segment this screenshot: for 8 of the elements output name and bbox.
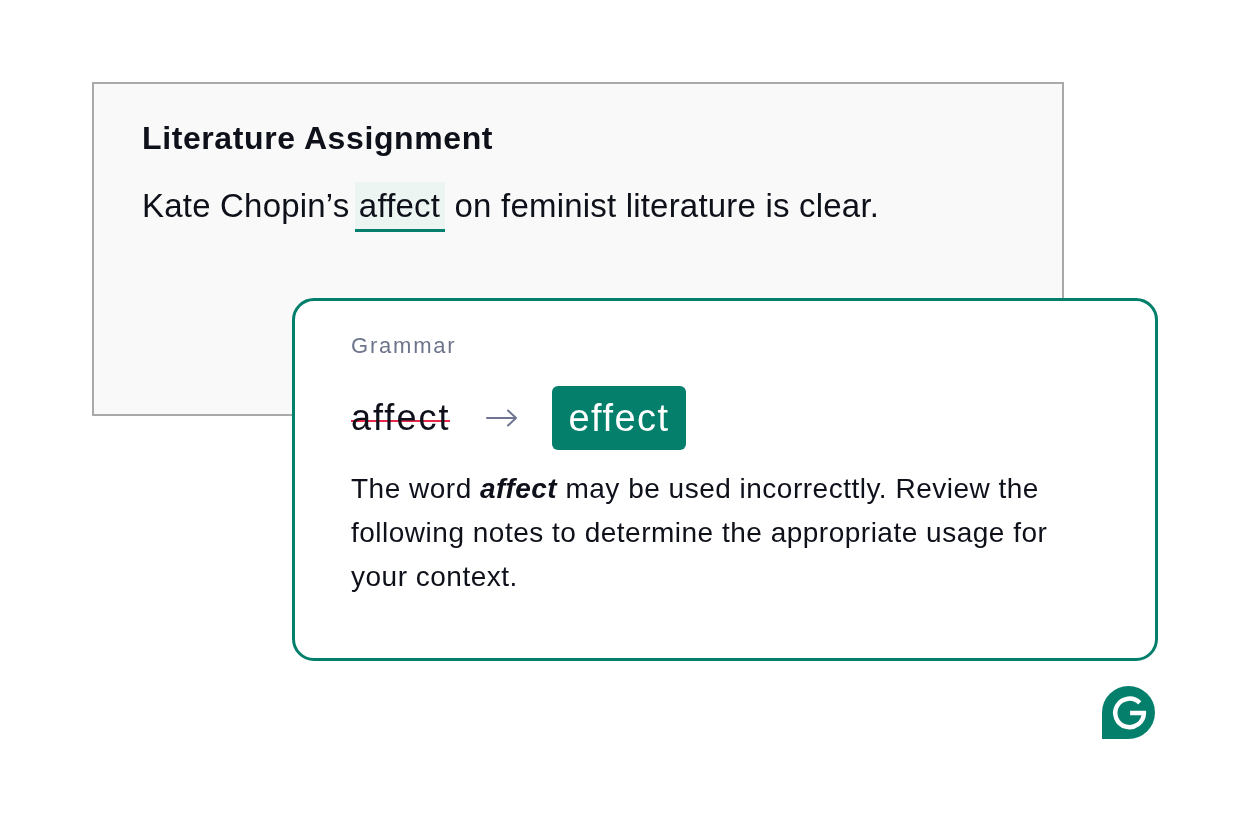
document-title: Literature Assignment: [142, 119, 494, 158]
g-letter-bubble-icon: [1102, 686, 1155, 739]
flagged-word[interactable]: affect: [354, 182, 446, 232]
replacement-button[interactable]: effect: [552, 386, 686, 450]
arrow-right-icon: [486, 409, 519, 427]
explanation-text: The word affect may be used incorrecttly. Review the following notes to determine the appropriate usage for your context.: [351, 472, 1049, 594]
category-label: Grammar: [351, 332, 457, 360]
document-sentence: Kate Chopin’s affect on feminist literature is clear.: [142, 180, 880, 232]
